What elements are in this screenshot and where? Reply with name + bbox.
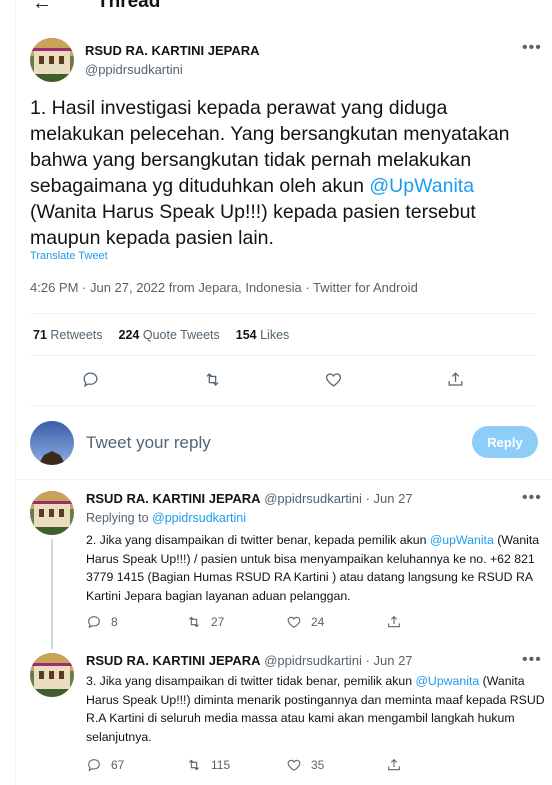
tweet-text: 3. Jika yang disampaikan di twitter tida…: [86, 674, 545, 744]
tweet-stats: 71 Retweets 224 Quote Tweets 154 Likes: [33, 328, 289, 342]
retweet-count: 115: [211, 758, 231, 772]
reply-button[interactable]: Reply: [472, 426, 538, 458]
like-action[interactable]: 24: [286, 614, 386, 630]
retweet-count: 27: [211, 615, 225, 629]
divider: [30, 355, 536, 356]
divider: [15, 479, 552, 480]
more-options-icon[interactable]: •••: [522, 39, 542, 57]
more-options-icon[interactable]: •••: [522, 651, 542, 669]
retweet-icon: [188, 616, 200, 628]
tweet-text: 1. Hasil investigasi kepada perawat yang…: [30, 97, 510, 249]
retweet-icon: [188, 759, 200, 771]
reply-input[interactable]: Tweet your reply: [86, 433, 211, 453]
retweet-action[interactable]: 115: [186, 757, 286, 773]
retweet-action[interactable]: 27: [186, 614, 286, 630]
author-handle[interactable]: @ppidrsudkartini: [264, 491, 362, 506]
tweet-header: RSUD RA. KARTINI JEPARA @ppidrsudkartini…: [86, 653, 413, 668]
reply-action[interactable]: 67: [86, 757, 186, 773]
arrow-left-icon[interactable]: ←: [32, 0, 52, 15]
avatar[interactable]: [30, 491, 74, 535]
author-name[interactable]: RSUD RA. KARTINI JEPARA: [86, 491, 261, 506]
page-title: Thread: [97, 0, 161, 12]
mention-link[interactable]: @UpWanita: [369, 175, 474, 197]
retweet-icon[interactable]: [203, 370, 222, 394]
like-icon[interactable]: [324, 370, 343, 394]
like-count: 35: [311, 758, 325, 772]
share-icon: [388, 615, 400, 628]
reply-composer: Tweet your reply Reply: [15, 417, 552, 477]
share-icon: [388, 758, 400, 771]
like-action[interactable]: 35: [286, 757, 386, 773]
likes-stat[interactable]: 154 Likes: [236, 328, 290, 342]
mention-link[interactable]: @Upwanita: [415, 674, 479, 688]
divider: [30, 405, 536, 406]
like-count: 24: [311, 615, 325, 629]
reply-icon: [88, 616, 100, 629]
divider: [30, 313, 536, 314]
reply-tweet[interactable]: RSUD RA. KARTINI JEPARA @ppidrsudkartini…: [15, 651, 552, 778]
author-handle[interactable]: @ppidrsudkartini: [85, 61, 183, 79]
avatar[interactable]: [30, 653, 74, 697]
current-user-avatar[interactable]: [30, 421, 74, 465]
share-action[interactable]: [386, 614, 486, 630]
retweets-stat[interactable]: 71 Retweets: [33, 328, 103, 342]
tweet-timestamp[interactable]: 4:26 PM · Jun 27, 2022 from Jepara, Indo…: [30, 280, 418, 295]
tweet-action-bar: [30, 370, 516, 394]
replying-to-link[interactable]: @ppidrsudkartini: [152, 511, 246, 525]
mention-link[interactable]: @upWanita: [430, 533, 494, 547]
tweet-text: 2. Jika yang disampaikan di twitter bena…: [86, 533, 540, 603]
thread-header: ← Thread: [15, 0, 552, 16]
avatar[interactable]: [30, 38, 74, 82]
more-options-icon[interactable]: •••: [522, 489, 542, 507]
share-icon[interactable]: [446, 370, 465, 394]
tweet-date[interactable]: · Jun 27: [366, 653, 413, 668]
translate-tweet-link[interactable]: Translate Tweet: [30, 250, 108, 262]
share-action[interactable]: [386, 757, 486, 773]
like-icon: [287, 759, 301, 771]
tweet-date[interactable]: · Jun 27: [366, 491, 413, 506]
reply-action[interactable]: 8: [86, 614, 186, 630]
like-icon: [287, 616, 301, 628]
reply-count: 67: [111, 758, 125, 772]
quote-tweets-stat[interactable]: 224 Quote Tweets: [119, 328, 220, 342]
reply-icon: [88, 759, 100, 772]
author-name[interactable]: RSUD RA. KARTINI JEPARA: [85, 42, 260, 60]
tweet-header: RSUD RA. KARTINI JEPARA @ppidrsudkartini…: [86, 491, 413, 506]
reply-tweet[interactable]: RSUD RA. KARTINI JEPARA @ppidrsudkartini…: [15, 489, 552, 649]
reply-count: 8: [111, 615, 118, 629]
reply-icon[interactable]: [81, 370, 100, 394]
replying-to: Replying to @ppidrsudkartini: [86, 511, 246, 525]
author-handle[interactable]: @ppidrsudkartini: [264, 653, 362, 668]
thread-connector: [51, 539, 53, 649]
tweet-action-bar: 8 27 24: [86, 614, 486, 630]
tweet-action-bar: 67 115 35: [86, 757, 486, 773]
author-name[interactable]: RSUD RA. KARTINI JEPARA: [86, 653, 261, 668]
